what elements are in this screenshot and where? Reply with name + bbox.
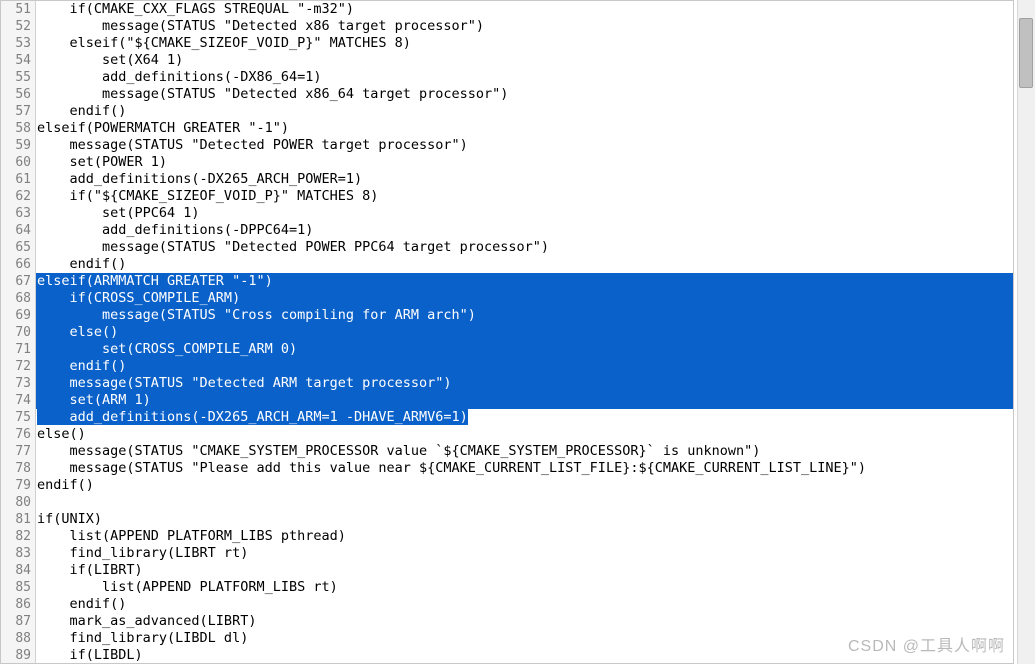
code-line[interactable]: message(STATUS "Detected ARM target proc… — [36, 375, 1013, 392]
scrollbar-thumb[interactable] — [1019, 18, 1033, 88]
line-number: 81 — [1, 511, 35, 528]
code-line[interactable]: message(STATUS "Please add this value ne… — [36, 460, 1013, 477]
line-number: 57 — [1, 103, 35, 120]
code-line[interactable]: set(POWER 1) — [36, 154, 1013, 171]
code-editor[interactable]: 5152535455565758596061626364656667686970… — [0, 0, 1014, 664]
code-line[interactable]: else() — [36, 324, 1013, 341]
line-number: 83 — [1, 545, 35, 562]
code-line[interactable]: if(CMAKE_CXX_FLAGS STREQUAL "-m32") — [36, 1, 1013, 18]
code-line[interactable]: add_definitions(-DX265_ARCH_POWER=1) — [36, 171, 1013, 188]
code-line[interactable]: else() — [36, 426, 1013, 443]
line-number: 63 — [1, 205, 35, 222]
code-line[interactable]: message(STATUS "Detected x86 target proc… — [36, 18, 1013, 35]
line-number: 52 — [1, 18, 35, 35]
code-area[interactable]: if(CMAKE_CXX_FLAGS STREQUAL "-m32") mess… — [36, 1, 1013, 663]
line-number: 60 — [1, 154, 35, 171]
code-line[interactable]: if(UNIX) — [36, 511, 1013, 528]
line-number: 64 — [1, 222, 35, 239]
code-line[interactable]: set(ARM 1) — [36, 392, 1013, 409]
line-number: 55 — [1, 69, 35, 86]
line-number: 76 — [1, 426, 35, 443]
code-line[interactable]: endif() — [36, 477, 1013, 494]
code-line[interactable] — [36, 494, 1013, 511]
line-number-gutter: 5152535455565758596061626364656667686970… — [1, 1, 36, 663]
code-line[interactable]: elseif(POWERMATCH GREATER "-1") — [36, 120, 1013, 137]
line-number: 68 — [1, 290, 35, 307]
line-number: 59 — [1, 137, 35, 154]
line-number: 75 — [1, 409, 35, 426]
line-number: 82 — [1, 528, 35, 545]
code-line[interactable]: set(CROSS_COMPILE_ARM 0) — [36, 341, 1013, 358]
line-number: 51 — [1, 1, 35, 18]
code-line[interactable]: if(LIBDL) — [36, 647, 1013, 663]
line-number: 73 — [1, 375, 35, 392]
line-number: 66 — [1, 256, 35, 273]
line-number: 74 — [1, 392, 35, 409]
line-number: 77 — [1, 443, 35, 460]
code-line[interactable]: list(APPEND PLATFORM_LIBS pthread) — [36, 528, 1013, 545]
line-number: 62 — [1, 188, 35, 205]
line-number: 53 — [1, 35, 35, 52]
code-line[interactable]: add_definitions(-DX265_ARCH_ARM=1 -DHAVE… — [36, 409, 1013, 426]
code-line[interactable]: mark_as_advanced(LIBRT) — [36, 613, 1013, 630]
line-number: 80 — [1, 494, 35, 511]
code-line[interactable]: add_definitions(-DPPC64=1) — [36, 222, 1013, 239]
line-number: 85 — [1, 579, 35, 596]
code-line[interactable]: set(PPC64 1) — [36, 205, 1013, 222]
code-line[interactable]: message(STATUS "Cross compiling for ARM … — [36, 307, 1013, 324]
line-number: 69 — [1, 307, 35, 324]
line-number: 71 — [1, 341, 35, 358]
vertical-scrollbar[interactable] — [1017, 0, 1035, 664]
code-line[interactable]: set(X64 1) — [36, 52, 1013, 69]
line-number: 89 — [1, 647, 35, 664]
code-line[interactable]: endif() — [36, 103, 1013, 120]
code-line[interactable]: message(STATUS "Detected x86_64 target p… — [36, 86, 1013, 103]
code-line[interactable]: endif() — [36, 358, 1013, 375]
code-line[interactable]: endif() — [36, 256, 1013, 273]
line-number: 58 — [1, 120, 35, 137]
line-number: 67 — [1, 273, 35, 290]
code-line[interactable]: find_library(LIBRT rt) — [36, 545, 1013, 562]
line-number: 56 — [1, 86, 35, 103]
line-number: 84 — [1, 562, 35, 579]
code-line[interactable]: message(STATUS "Detected POWER target pr… — [36, 137, 1013, 154]
line-number: 78 — [1, 460, 35, 477]
line-number: 87 — [1, 613, 35, 630]
line-number: 88 — [1, 630, 35, 647]
line-number: 86 — [1, 596, 35, 613]
code-line[interactable]: message(STATUS "Detected POWER PPC64 tar… — [36, 239, 1013, 256]
line-number: 65 — [1, 239, 35, 256]
code-line[interactable]: elseif(ARMMATCH GREATER "-1") — [36, 273, 1013, 290]
code-line[interactable]: if(LIBRT) — [36, 562, 1013, 579]
code-line[interactable]: find_library(LIBDL dl) — [36, 630, 1013, 647]
code-line[interactable]: if(CROSS_COMPILE_ARM) — [36, 290, 1013, 307]
line-number: 79 — [1, 477, 35, 494]
code-line[interactable]: add_definitions(-DX86_64=1) — [36, 69, 1013, 86]
code-line[interactable]: if("${CMAKE_SIZEOF_VOID_P}" MATCHES 8) — [36, 188, 1013, 205]
code-line[interactable]: message(STATUS "CMAKE_SYSTEM_PROCESSOR v… — [36, 443, 1013, 460]
code-line[interactable]: elseif("${CMAKE_SIZEOF_VOID_P}" MATCHES … — [36, 35, 1013, 52]
line-number: 72 — [1, 358, 35, 375]
line-number: 61 — [1, 171, 35, 188]
line-number: 70 — [1, 324, 35, 341]
line-number: 54 — [1, 52, 35, 69]
code-line[interactable]: endif() — [36, 596, 1013, 613]
code-line[interactable]: list(APPEND PLATFORM_LIBS rt) — [36, 579, 1013, 596]
